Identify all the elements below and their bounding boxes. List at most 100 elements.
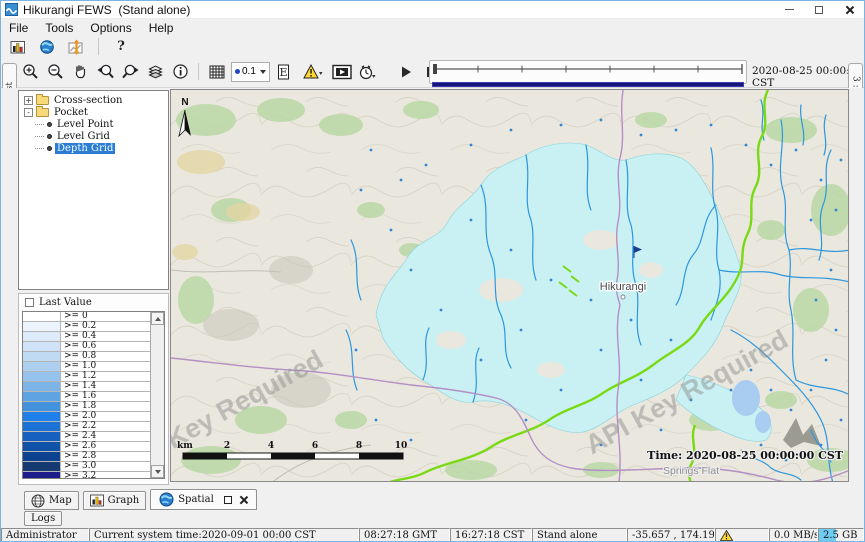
animation-panel-icon[interactable] — [331, 61, 353, 82]
legend-swatch — [23, 462, 61, 471]
tree-label-selected[interactable]: Depth Grid — [55, 143, 115, 154]
legend-label: >= 0 — [61, 312, 88, 321]
label-toggle-icon[interactable]: E — [273, 61, 295, 82]
bottom-tab-bar: Map Graph Spatial — [1, 488, 864, 510]
tree-item-level-grid[interactable]: Level Grid — [19, 130, 168, 142]
scroll-up-icon[interactable] — [151, 312, 164, 325]
last-value-checkbox[interactable] — [25, 298, 34, 307]
status-alerts[interactable] — [715, 528, 769, 542]
legend-swatch — [23, 442, 61, 451]
legend-label: >= 1.0 — [61, 362, 96, 371]
legend-row[interactable]: >= 3.2 — [23, 472, 150, 479]
legend-label: >= 1.4 — [61, 382, 96, 391]
zoom-previous-icon[interactable] — [94, 61, 116, 82]
play-icon[interactable] — [395, 61, 417, 82]
legend-swatch — [23, 352, 61, 361]
tab-map-label: Map — [49, 495, 72, 506]
time-slider-track — [432, 62, 744, 76]
tree-label[interactable]: Pocket — [52, 107, 90, 118]
restore-panel-icon[interactable] — [224, 496, 232, 504]
legend-swatch — [23, 392, 61, 401]
status-system-time: Current system time:2020-09-01 00:00 CST — [89, 528, 359, 542]
expander-icon[interactable]: - — [24, 108, 33, 117]
last-value-label: Last Value — [39, 297, 92, 308]
tree-item-pocket[interactable]: - Pocket — [19, 106, 168, 118]
tab-map[interactable]: Map — [24, 491, 79, 510]
contour-threshold-dropdown[interactable]: 0.1 — [231, 62, 270, 82]
status-coordinates: -35.657 , 174.199 — [627, 528, 715, 542]
map-canvas: API Key Required API Key Required Hikura… — [171, 90, 849, 482]
legend-label: >= 3.2 — [61, 472, 96, 479]
timer-icon[interactable] — [356, 61, 378, 82]
chevron-down-icon — [260, 70, 266, 74]
maximize-button[interactable] — [804, 1, 834, 18]
time-slider[interactable] — [429, 60, 747, 84]
map-view[interactable]: API Key Required API Key Required Hikura… — [170, 89, 849, 482]
close-button[interactable] — [834, 1, 864, 18]
layer-tree-panel: + Cross-section - Pocket Level Point Lev… — [18, 90, 169, 290]
town-label: Hikurangi — [600, 281, 646, 293]
tree-item-cross-section[interactable]: + Cross-section — [19, 94, 168, 106]
minimize-button[interactable] — [774, 1, 804, 18]
layers-icon[interactable] — [144, 61, 166, 82]
memory-label: 2.5 GB — [823, 530, 857, 541]
maximize-icon — [815, 6, 823, 14]
legend-swatch — [23, 322, 61, 331]
main-toolbar: ? — [1, 36, 864, 57]
bullet-icon — [47, 122, 52, 127]
legend-label: >= 0.2 — [61, 322, 96, 331]
pan-icon[interactable] — [69, 61, 91, 82]
main-area: + Cross-section - Pocket Level Point Lev… — [1, 88, 864, 488]
close-panel-icon[interactable] — [240, 496, 248, 504]
timeseries-display-icon[interactable] — [65, 36, 87, 57]
zoom-next-icon[interactable] — [119, 61, 141, 82]
tab-graph[interactable]: Graph — [83, 491, 147, 510]
zoom-in-icon[interactable] — [19, 61, 41, 82]
tree-label[interactable]: Level Grid — [55, 131, 112, 142]
thresholds-warning-icon[interactable] — [298, 61, 328, 82]
tree-item-level-point[interactable]: Level Point — [19, 118, 168, 130]
status-user: Administrator — [1, 528, 89, 542]
folder-icon — [36, 108, 49, 117]
application-window: Hikurangi FEWS (Stand alone) File Tools … — [0, 0, 865, 542]
status-gmt-time: 08:27:18 GMT — [359, 528, 450, 542]
legend-label: >= 0.6 — [61, 342, 96, 351]
menu-help[interactable]: Help — [149, 21, 174, 35]
legend-label: >= 2.0 — [61, 412, 96, 421]
help-glyph: ? — [117, 39, 125, 54]
help-icon[interactable]: ? — [110, 36, 132, 57]
warning-icon — [720, 530, 733, 541]
svg-text:6: 6 — [312, 441, 318, 451]
tree-label[interactable]: Level Point — [55, 119, 116, 130]
logs-button[interactable]: Logs — [24, 511, 62, 526]
svg-text:8: 8 — [356, 441, 362, 451]
tree-connector — [35, 136, 44, 137]
legend-scrollbar[interactable] — [150, 312, 164, 478]
logs-chart-icon[interactable] — [7, 36, 29, 57]
locality-label: Springs Flat — [663, 465, 719, 477]
expander-icon[interactable]: + — [24, 96, 33, 105]
scroll-down-icon[interactable] — [151, 465, 164, 478]
app-logo-icon — [5, 3, 18, 16]
legend-swatch — [23, 362, 61, 371]
globe-display-icon[interactable] — [36, 36, 58, 57]
svg-text:E: E — [280, 66, 288, 79]
tree-item-depth-grid[interactable]: Depth Grid — [19, 142, 168, 154]
grid-icon[interactable] — [206, 61, 228, 82]
zoom-out-icon[interactable] — [44, 61, 66, 82]
bullet-icon — [47, 146, 52, 151]
info-icon[interactable] — [169, 61, 191, 82]
tab-spatial[interactable]: Spatial — [150, 489, 257, 510]
tree-connector — [35, 148, 44, 149]
svg-text:10: 10 — [395, 441, 408, 451]
menu-tools[interactable]: Tools — [45, 21, 73, 35]
tree-label[interactable]: Cross-section — [52, 95, 124, 106]
status-mode: Stand alone — [532, 528, 627, 542]
menu-options[interactable]: Options — [90, 21, 131, 35]
legend-swatch — [23, 452, 61, 461]
contour-value: 0.1 — [242, 66, 256, 77]
status-local-time: 16:27:18 CST — [450, 528, 532, 542]
menu-file[interactable]: File — [9, 21, 28, 35]
legend-swatch — [23, 422, 61, 431]
tab-spatial-label: Spatial — [178, 494, 214, 505]
